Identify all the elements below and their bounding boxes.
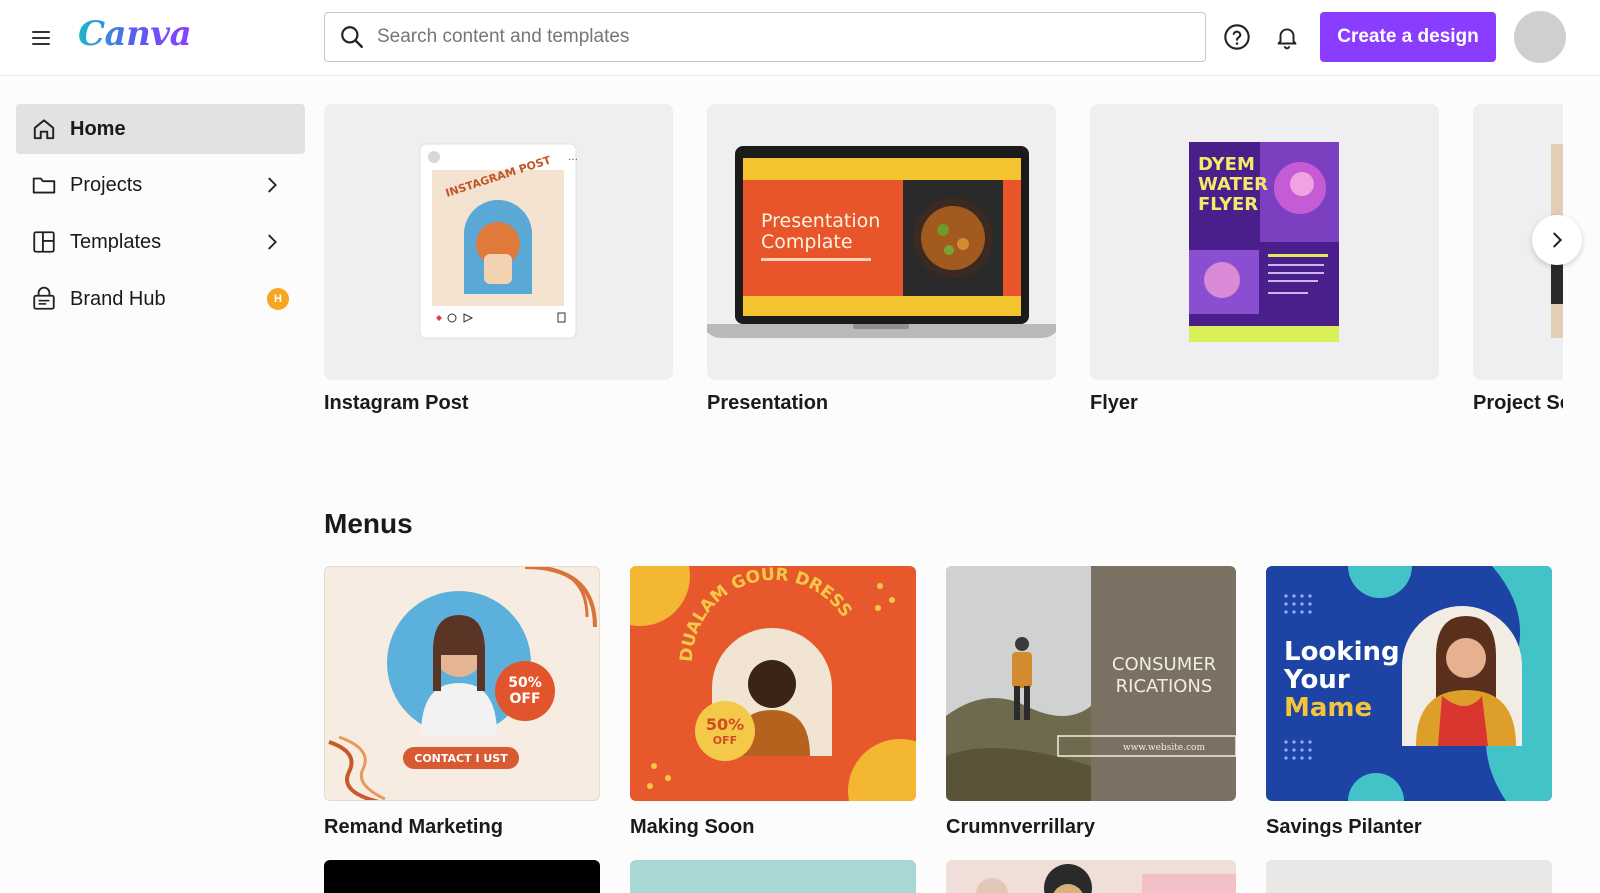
flyer-thumbnail: DYEM WATER FLYER <box>1189 142 1339 342</box>
template-card-label[interactable]: Crumnverrillary <box>946 816 1095 839</box>
template-card-label[interactable]: Savings Pilanter <box>1266 816 1422 839</box>
template-thumbnail: DUALAM GOUR DRESS 50% OFF <box>630 566 916 801</box>
template-card-label[interactable]: Remand Marketing <box>324 816 503 839</box>
templates-icon <box>30 228 58 256</box>
design-type-label[interactable]: Project Sc <box>1473 392 1563 415</box>
template-card-crumnverrillary[interactable]: CONSUMER RICATIONS www.website.com <box>946 566 1236 801</box>
search-input[interactable] <box>377 26 1177 48</box>
discount-text: OFF <box>713 734 737 747</box>
template-card-partial[interactable] <box>1266 860 1552 893</box>
template-card-partial[interactable] <box>946 860 1236 893</box>
svg-text:…: … <box>568 152 578 163</box>
create-design-button[interactable]: Create a design <box>1320 12 1496 62</box>
template-heading: CONSUMER <box>1112 654 1216 675</box>
template-card-remand-marketing[interactable]: 50% OFF CONTACT I UST <box>324 566 600 801</box>
sidebar-item-label: Brand Hub <box>70 287 166 310</box>
sidebar-item-brand-hub[interactable]: Brand Hub H <box>16 274 305 324</box>
template-heading: Looking <box>1284 637 1400 667</box>
template-heading: Mame <box>1284 693 1372 723</box>
avatar[interactable] <box>1514 11 1566 63</box>
design-type-card-flyer[interactable]: DYEM WATER FLYER <box>1090 104 1439 380</box>
chevron-right-icon <box>268 234 277 250</box>
instagram-post-thumbnail: … INSTAGRAM POST <box>419 143 578 339</box>
template-card-making-soon[interactable]: DUALAM GOUR DRESS 50% OFF <box>630 566 916 801</box>
thumb-title: Complate <box>761 231 853 253</box>
sidebar-item-projects[interactable]: Projects <box>16 160 305 210</box>
chevron-right-icon <box>268 177 277 193</box>
sidebar-item-label: Projects <box>70 173 143 196</box>
discount-text: OFF <box>509 691 540 707</box>
template-thumbnail: CONSUMER RICATIONS www.website.com <box>946 566 1236 801</box>
design-type-card-presentation[interactable]: Presentation Complate <box>707 104 1056 380</box>
template-card-savings-pilanter[interactable]: Looking Your Mame <box>1266 566 1552 801</box>
home-icon <box>30 115 58 143</box>
search-icon <box>341 26 363 48</box>
template-thumbnail: 50% OFF CONTACT I UST <box>328 567 597 800</box>
sidebar-item-label: Templates <box>70 230 162 253</box>
design-type-label[interactable]: Presentation <box>707 392 828 415</box>
template-card-label[interactable]: Making Soon <box>630 816 754 839</box>
sidebar: Home Projects Templates Brand Hub H <box>0 76 310 893</box>
notifications-bell-icon[interactable] <box>1270 20 1304 54</box>
design-type-label[interactable]: Flyer <box>1090 392 1138 415</box>
template-heading: RICATIONS <box>1116 676 1213 697</box>
sidebar-item-home[interactable]: Home <box>16 104 305 154</box>
discount-text: 50% <box>706 715 744 734</box>
brand-hub-icon <box>30 285 58 313</box>
thumb-text: WATER <box>1198 174 1268 195</box>
menu-icon[interactable] <box>28 26 54 50</box>
design-type-label[interactable]: Instagram Post <box>324 392 468 415</box>
template-card-partial[interactable] <box>324 860 600 893</box>
thumb-text: FLYER <box>1198 194 1258 215</box>
chevron-right-icon <box>1553 232 1563 248</box>
sidebar-item-templates[interactable]: Templates <box>16 217 305 267</box>
cta-text: CONTACT I UST <box>414 752 508 765</box>
carousel-next-button[interactable] <box>1532 215 1582 265</box>
template-thumbnail <box>976 864 1236 893</box>
thumb-title: Presentation <box>761 210 880 232</box>
top-bar: Canva Create a design <box>0 0 1600 76</box>
search-bar[interactable] <box>324 12 1206 62</box>
section-title-menus: Menus <box>324 508 413 539</box>
design-type-card-instagram[interactable]: … INSTAGRAM POST <box>324 104 673 380</box>
canva-logo[interactable]: Canva <box>78 14 192 54</box>
status-badge: H <box>267 288 289 310</box>
template-card-partial[interactable] <box>630 860 916 893</box>
discount-text: 50% <box>508 675 542 691</box>
presentation-thumbnail: Presentation Complate <box>707 146 1056 338</box>
main-content: … INSTAGRAM POST Instagram Post Presenta… <box>324 76 1600 893</box>
thumb-text: DYEM <box>1198 154 1255 175</box>
template-heading: Your <box>1283 665 1350 695</box>
sidebar-item-label: Home <box>70 117 126 140</box>
help-icon[interactable] <box>1220 20 1254 54</box>
template-thumbnail: Looking Your Mame <box>1283 566 1552 801</box>
folder-icon <box>30 171 58 199</box>
template-website: www.website.com <box>1123 743 1205 753</box>
